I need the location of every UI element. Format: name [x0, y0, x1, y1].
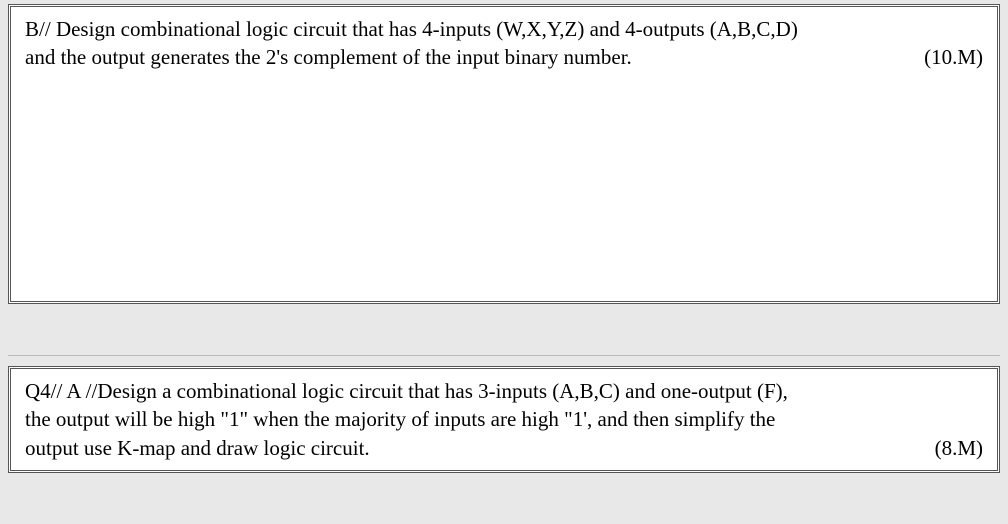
question-b-line2: and the output generates the 2's complem… [25, 43, 983, 71]
question-b-prefix: B// [25, 17, 51, 41]
question-q4a-line1-rest: Design a combinational logic circuit tha… [97, 379, 788, 403]
question-b-marks: (10.M) [904, 43, 983, 71]
question-q4a-line3-left: output use K-map and draw logic circuit. [25, 434, 370, 462]
question-q4a-prefix: Q4// A // [25, 379, 97, 403]
question-b-text: B// Design combinational logic circuit t… [25, 15, 983, 72]
question-q4a-line1: Q4// A //Design a combinational logic ci… [25, 377, 983, 405]
question-b-line1-rest: Design combinational logic circuit that … [56, 17, 798, 41]
question-b-box: B// Design combinational logic circuit t… [8, 4, 1000, 304]
section-spacer [8, 304, 1000, 356]
question-q4a-line3: output use K-map and draw logic circuit.… [25, 434, 983, 462]
question-b-line2-left: and the output generates the 2's complem… [25, 43, 632, 71]
question-q4a-box: Q4// A //Design a combinational logic ci… [8, 366, 1000, 473]
question-b-line1: B// Design combinational logic circuit t… [25, 15, 983, 43]
page-wrap: B// Design combinational logic circuit t… [0, 0, 1008, 524]
question-q4a-marks: (8.M) [915, 434, 983, 462]
question-q4a-text: Q4// A //Design a combinational logic ci… [25, 377, 983, 462]
question-q4a-line2: the output will be high "1" when the maj… [25, 405, 983, 433]
